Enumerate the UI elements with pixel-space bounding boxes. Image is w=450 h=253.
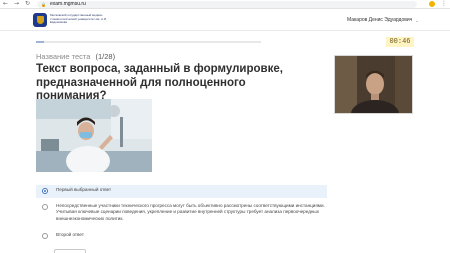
user-name: Макаров Денис Эдуардович bbox=[347, 17, 413, 23]
address-bar[interactable]: 🔒 exam.mgmsu.ru bbox=[37, 0, 417, 8]
question-text: Текст вопроса, заданный в формулировке, … bbox=[36, 63, 283, 102]
browser-nav: ← → ↻ bbox=[2, 1, 31, 7]
question-image bbox=[36, 99, 152, 172]
browser-actions: ⋮ bbox=[429, 1, 447, 7]
test-progress-bar bbox=[36, 41, 261, 43]
profile-avatar-icon[interactable] bbox=[429, 1, 435, 7]
lock-icon: 🔒 bbox=[41, 1, 46, 7]
site-header: Московский государственный медико-стомат… bbox=[0, 9, 450, 31]
logo-text: Московский государственный медико-стомат… bbox=[50, 13, 107, 24]
dentist-photo bbox=[36, 99, 152, 172]
answer-option-2[interactable]: Непосредственные участники технического … bbox=[36, 201, 327, 228]
exam-page: ← → ↻ 🔒 exam.mgmsu.ru ⋮ Московский госуд… bbox=[0, 0, 450, 253]
test-progress-fill bbox=[36, 41, 45, 43]
answer-label: Первый выбранный ответ bbox=[56, 187, 112, 192]
back-arrow-icon[interactable]: ← bbox=[2, 1, 9, 7]
chevron-down-icon: ⌄ bbox=[415, 17, 419, 23]
university-logo-icon[interactable] bbox=[33, 13, 47, 27]
radio-button[interactable] bbox=[42, 204, 48, 210]
answer-option-3[interactable]: Второй ответ bbox=[36, 230, 327, 242]
answer-label: Непосредственные участники технического … bbox=[56, 203, 325, 221]
forward-arrow-icon[interactable]: → bbox=[13, 1, 20, 7]
user-menu[interactable]: Макаров Денис Эдуардович ⌄ bbox=[347, 17, 419, 23]
answer-label: Второй ответ bbox=[56, 232, 84, 237]
question-counter: (1/28) bbox=[95, 52, 116, 61]
address-url: exam.mgmsu.ru bbox=[49, 1, 86, 7]
test-title: Название теста (1/28) bbox=[36, 52, 115, 61]
radio-button[interactable] bbox=[42, 188, 48, 194]
answer-option-1[interactable]: Первый выбранный ответ bbox=[36, 185, 327, 198]
webcam-video-frame bbox=[335, 56, 412, 113]
browser-toolbar: ← → ↻ 🔒 exam.mgmsu.ru ⋮ bbox=[0, 0, 450, 9]
test-name: Название теста bbox=[36, 52, 91, 61]
countdown-timer: 00:46 bbox=[386, 37, 414, 47]
webcam-preview bbox=[334, 55, 413, 114]
radio-button[interactable] bbox=[42, 233, 48, 239]
next-button[interactable] bbox=[54, 249, 86, 253]
reload-icon[interactable]: ↻ bbox=[24, 1, 31, 7]
more-vert-icon[interactable]: ⋮ bbox=[441, 1, 447, 7]
